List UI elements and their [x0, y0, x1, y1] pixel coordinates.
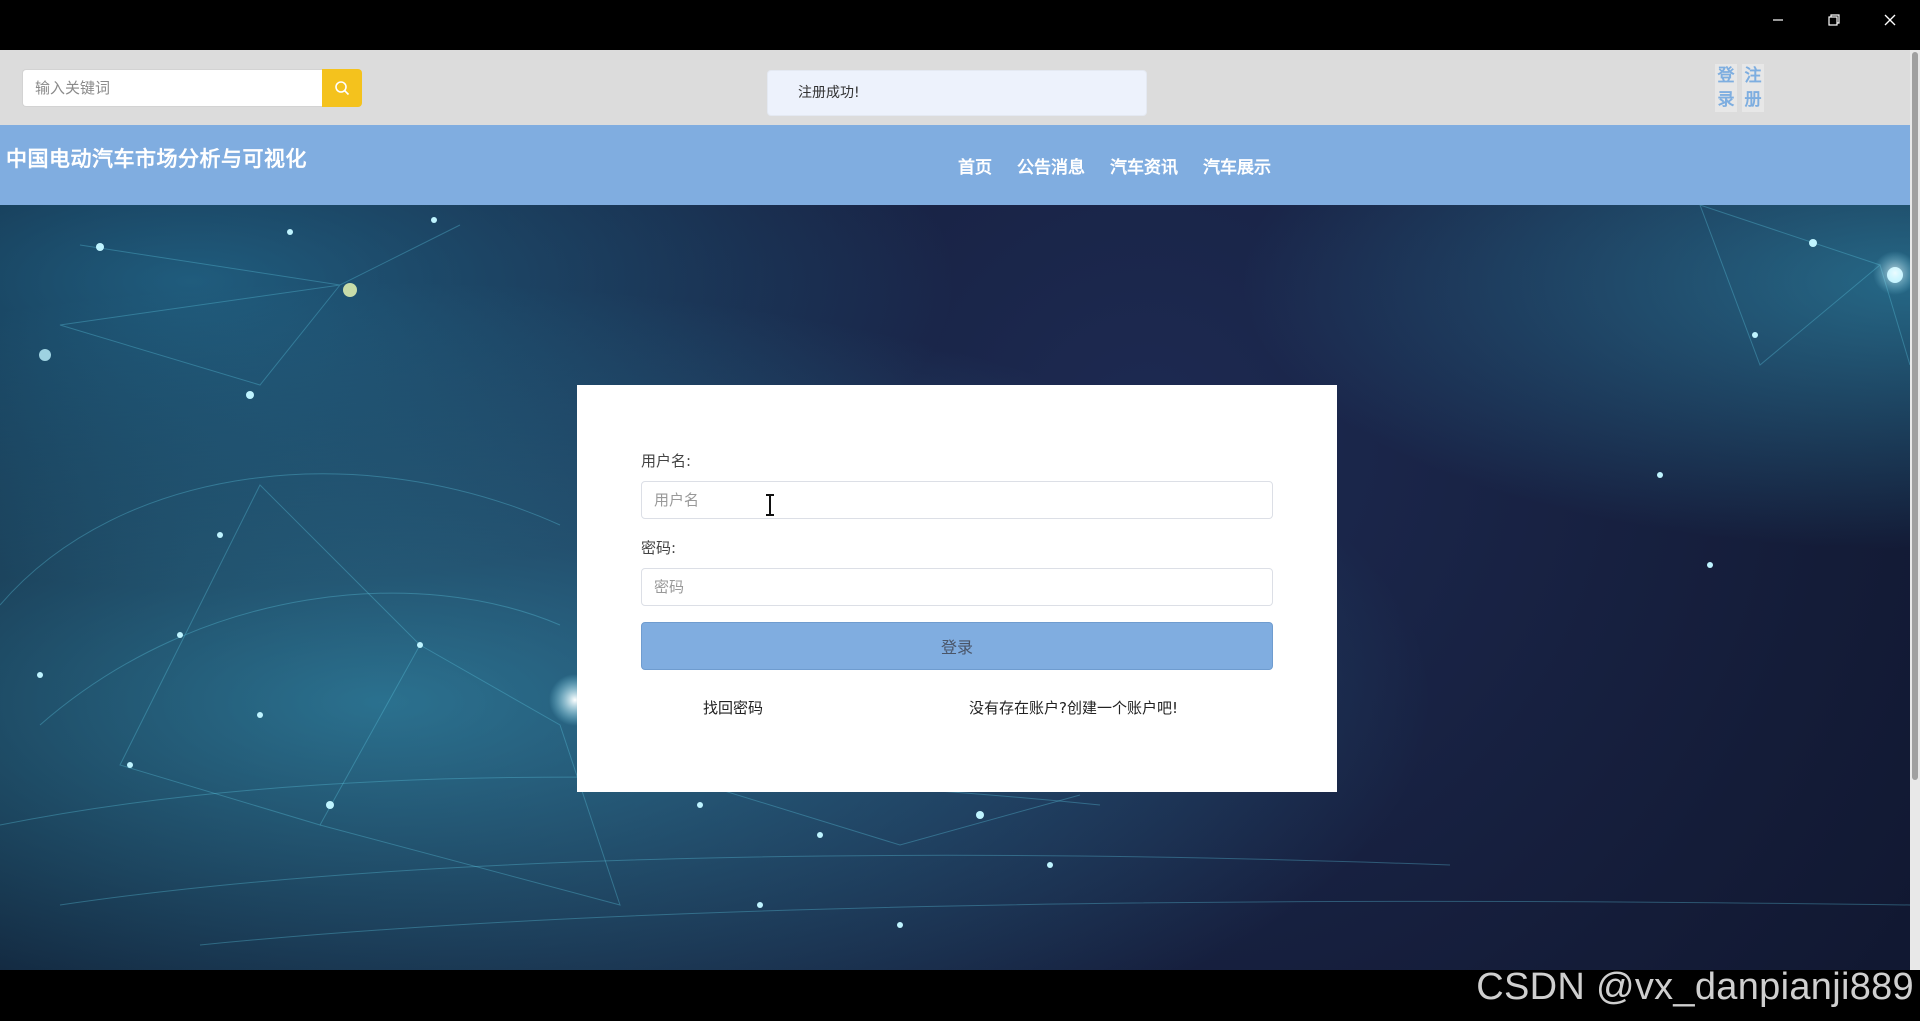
- login-card: 用户名: 密码: 登录 找回密码 没有存在账户?创建一个账户吧!: [577, 385, 1337, 792]
- nav-item-announcements[interactable]: 公告消息: [1017, 153, 1085, 178]
- main-navbar: 中国电动汽车市场分析与可视化 首页 公告消息 汽车资讯 汽车展示: [0, 125, 1910, 205]
- search-input[interactable]: [22, 69, 322, 107]
- nav-item-car-news[interactable]: 汽车资讯: [1110, 153, 1178, 178]
- username-label: 用户名:: [641, 452, 692, 470]
- top-bar: 注册成功! 登录 注册: [0, 50, 1910, 125]
- login-submit-button[interactable]: 登录: [641, 622, 1273, 670]
- nav-item-home[interactable]: 首页: [958, 153, 992, 178]
- nav-menu: 首页 公告消息 汽车资讯 汽车展示: [958, 153, 1271, 178]
- login-link[interactable]: 登录: [1715, 64, 1737, 112]
- password-input[interactable]: [641, 568, 1273, 606]
- password-label: 密码:: [641, 539, 677, 557]
- register-link[interactable]: 注册: [1742, 64, 1764, 112]
- search-button[interactable]: [322, 69, 362, 107]
- nav-item-car-showcase[interactable]: 汽车展示: [1203, 153, 1271, 178]
- success-toast: 注册成功!: [767, 70, 1147, 116]
- search-icon: [335, 81, 350, 96]
- scrollbar-thumb[interactable]: [1912, 52, 1918, 780]
- watermark: CSDN @vx_danpianji889: [1476, 966, 1914, 1008]
- close-icon[interactable]: [1862, 0, 1918, 40]
- username-input[interactable]: [641, 481, 1273, 519]
- restore-icon[interactable]: [1806, 0, 1862, 40]
- forgot-password-link[interactable]: 找回密码: [703, 697, 763, 718]
- site-title: 中国电动汽车市场分析与可视化: [6, 147, 307, 171]
- create-account-link[interactable]: 没有存在账户?创建一个账户吧!: [969, 697, 1178, 718]
- minimize-icon[interactable]: [1750, 0, 1806, 40]
- text-cursor-icon: [766, 494, 774, 516]
- window-titlebar: [0, 0, 1920, 50]
